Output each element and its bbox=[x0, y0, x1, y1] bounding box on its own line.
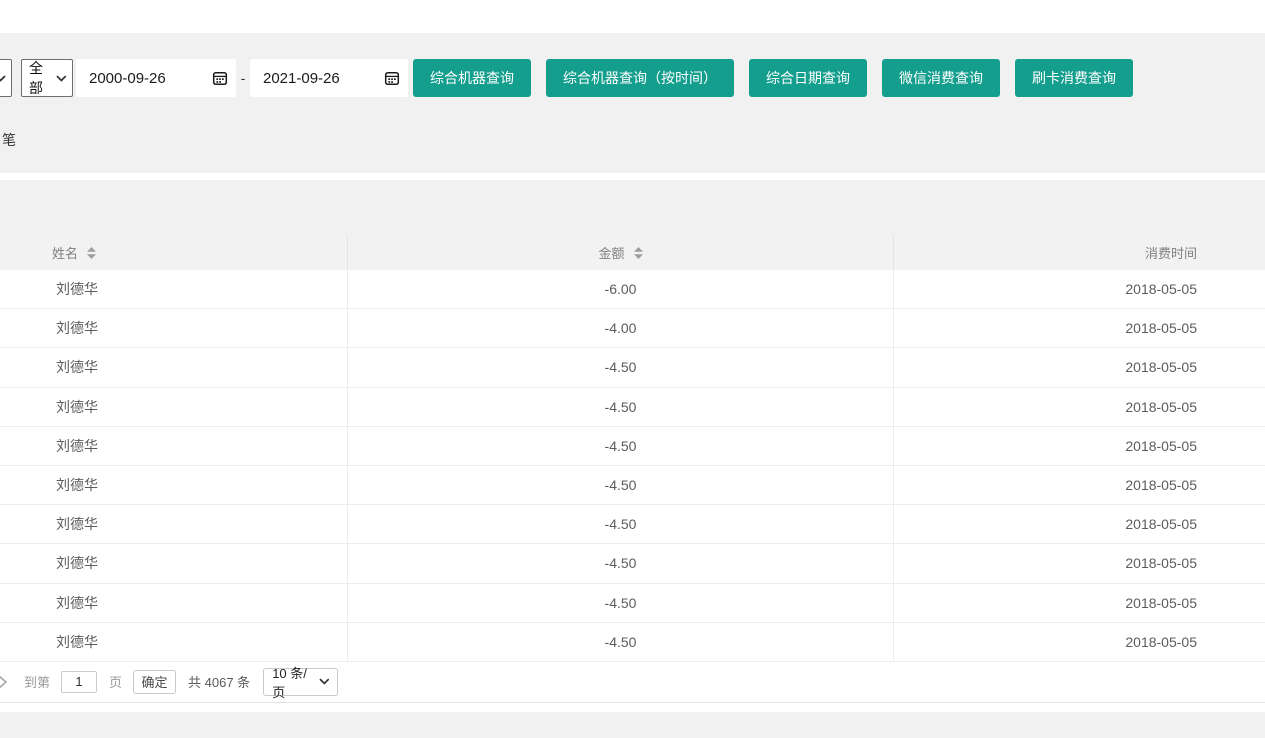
cell-amount: -4.50 bbox=[347, 544, 893, 582]
date-to-input[interactable]: 2021-09-26 bbox=[250, 59, 408, 97]
filter-select-value: 全部 bbox=[29, 58, 56, 98]
goto-page-label: 到第 bbox=[24, 672, 50, 691]
cell-time: 2018-05-05 bbox=[893, 388, 1265, 426]
table-row: 刘德华 -4.50 2018-05-05 bbox=[0, 584, 1265, 623]
table-card-top bbox=[0, 180, 1265, 235]
cell-amount: -6.00 bbox=[347, 270, 893, 308]
calendar-icon[interactable] bbox=[212, 70, 228, 86]
filter-select[interactable]: 全部 bbox=[21, 59, 73, 97]
cell-name: 刘德华 bbox=[0, 466, 347, 504]
query-button[interactable]: 综合机器查询 bbox=[413, 59, 531, 97]
cell-name: 刘德华 bbox=[0, 544, 347, 582]
table-row: 刘德华 -4.50 2018-05-05 bbox=[0, 427, 1265, 466]
next-page-icon[interactable] bbox=[0, 674, 9, 690]
table-row: 刘德华 -4.50 2018-05-05 bbox=[0, 388, 1265, 427]
cropped-left-select[interactable] bbox=[0, 59, 12, 97]
cell-name: 刘德华 bbox=[0, 427, 347, 465]
table-row: 刘德华 -4.50 2018-05-05 bbox=[0, 466, 1265, 505]
chevron-down-icon bbox=[56, 75, 67, 82]
query-button[interactable]: 综合机器查询（按时间） bbox=[546, 59, 734, 97]
table-row: 刘德华 -4.00 2018-05-05 bbox=[0, 309, 1265, 348]
date-to-value: 2021-09-26 bbox=[263, 70, 340, 87]
cell-amount: -4.50 bbox=[347, 388, 893, 426]
cell-time: 2018-05-05 bbox=[893, 427, 1265, 465]
cell-time: 2018-05-05 bbox=[893, 309, 1265, 347]
page-number-input[interactable] bbox=[61, 671, 97, 693]
results-table: 姓名 金额 消费时间 刘德华 -6.00 2018-05-05 刘德华 bbox=[0, 235, 1265, 662]
section-gap bbox=[0, 173, 1265, 180]
bottom-whitespace bbox=[0, 703, 1265, 712]
cell-name: 刘德华 bbox=[0, 348, 347, 386]
total-count-label: 共 4067 条 bbox=[188, 672, 250, 691]
cell-time: 2018-05-05 bbox=[893, 466, 1265, 504]
toolbar-controls: 全部 2000-09-26 - 2021-09-26 bbox=[0, 59, 1265, 97]
column-header-time: 消费时间 bbox=[893, 235, 1265, 270]
page-unit-label: 页 bbox=[109, 672, 122, 691]
cell-amount: -4.50 bbox=[347, 466, 893, 504]
query-toolbar: 全部 2000-09-26 - 2021-09-26 bbox=[0, 33, 1265, 173]
column-header-name[interactable]: 姓名 bbox=[0, 235, 347, 270]
cell-amount: -4.50 bbox=[347, 623, 893, 661]
query-button[interactable]: 微信消费查询 bbox=[882, 59, 1000, 97]
cell-time: 2018-05-05 bbox=[893, 505, 1265, 543]
chevron-down-icon bbox=[0, 75, 6, 82]
cell-amount: -4.00 bbox=[347, 309, 893, 347]
cell-name: 刘德华 bbox=[0, 623, 347, 661]
cell-time: 2018-05-05 bbox=[893, 270, 1265, 308]
bottom-band bbox=[0, 712, 1265, 738]
table-row: 刘德华 -6.00 2018-05-05 bbox=[0, 270, 1265, 309]
date-from-input[interactable]: 2000-09-26 bbox=[76, 59, 236, 97]
column-header-amount[interactable]: 金额 bbox=[347, 235, 893, 270]
cell-name: 刘德华 bbox=[0, 309, 347, 347]
page-size-value: 10 条/页 bbox=[272, 663, 318, 701]
record-count-partial: 笔 bbox=[0, 132, 1265, 148]
table-row: 刘德华 -4.50 2018-05-05 bbox=[0, 544, 1265, 583]
page-size-select[interactable]: 10 条/页 bbox=[263, 668, 338, 696]
pagination-bar: 到第 页 确定 共 4067 条 10 条/页 bbox=[0, 662, 1265, 702]
chevron-down-icon bbox=[319, 678, 330, 685]
cell-amount: -4.50 bbox=[347, 427, 893, 465]
date-from-value: 2000-09-26 bbox=[89, 70, 166, 87]
cell-time: 2018-05-05 bbox=[893, 623, 1265, 661]
sort-icon[interactable] bbox=[87, 247, 96, 259]
table-body: 刘德华 -6.00 2018-05-05 刘德华 -4.00 2018-05-0… bbox=[0, 270, 1265, 662]
cell-name: 刘德华 bbox=[0, 270, 347, 308]
cell-time: 2018-05-05 bbox=[893, 544, 1265, 582]
cell-time: 2018-05-05 bbox=[893, 348, 1265, 386]
cell-amount: -4.50 bbox=[347, 348, 893, 386]
table-row: 刘德华 -4.50 2018-05-05 bbox=[0, 348, 1265, 387]
table-header-row: 姓名 金额 消费时间 bbox=[0, 235, 1265, 270]
query-button-group: 综合机器查询 综合机器查询（按时间） 综合日期查询 微信消费查询 刷卡消费查询 bbox=[413, 59, 1148, 97]
table-row: 刘德华 -4.50 2018-05-05 bbox=[0, 623, 1265, 662]
query-button[interactable]: 刷卡消费查询 bbox=[1015, 59, 1133, 97]
top-whitespace bbox=[0, 0, 1265, 33]
calendar-icon[interactable] bbox=[384, 70, 400, 86]
cell-name: 刘德华 bbox=[0, 505, 347, 543]
cell-amount: -4.50 bbox=[347, 584, 893, 622]
cell-name: 刘德华 bbox=[0, 388, 347, 426]
column-header-label: 姓名 bbox=[52, 243, 78, 262]
column-header-label: 金额 bbox=[598, 243, 624, 262]
date-range-separator: - bbox=[236, 70, 250, 86]
cell-amount: -4.50 bbox=[347, 505, 893, 543]
confirm-page-button[interactable]: 确定 bbox=[133, 670, 176, 694]
cell-name: 刘德华 bbox=[0, 584, 347, 622]
table-row: 刘德华 -4.50 2018-05-05 bbox=[0, 505, 1265, 544]
sort-icon[interactable] bbox=[634, 247, 643, 259]
cell-time: 2018-05-05 bbox=[893, 584, 1265, 622]
query-button[interactable]: 综合日期查询 bbox=[749, 59, 867, 97]
column-header-label: 消费时间 bbox=[1145, 243, 1197, 262]
